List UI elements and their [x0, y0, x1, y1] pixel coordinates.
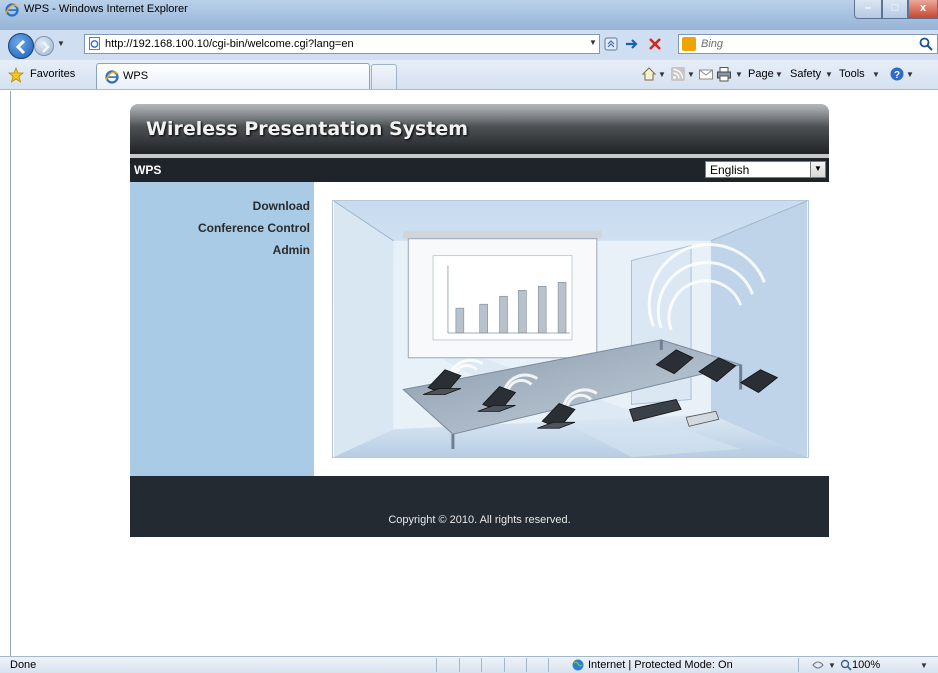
close-icon: x — [919, 2, 927, 14]
tools-menu-dropdown-icon: ▼ — [872, 70, 880, 79]
wps-site-title: Wireless Presentation System — [146, 118, 469, 140]
minimize-icon: – — [864, 2, 872, 14]
safety-menu[interactable]: Safety — [790, 68, 821, 80]
security-zone-text[interactable]: Internet | Protected Mode: On — [588, 659, 733, 671]
home-icon[interactable] — [641, 66, 657, 82]
minimize-button[interactable]: – — [854, 0, 882, 19]
wps-sidebar: Download Conference Control Admin — [130, 182, 314, 476]
back-arrow-icon — [15, 39, 26, 55]
maximize-icon: □ — [891, 2, 899, 14]
status-divider — [504, 658, 505, 672]
search-icon[interactable] — [919, 37, 933, 51]
zoom-icon[interactable] — [840, 659, 852, 671]
read-mail-icon[interactable] — [698, 66, 714, 82]
forward-arrow-icon — [42, 41, 50, 53]
status-divider — [459, 658, 460, 672]
zoom-dropdown-icon[interactable]: ▼ — [920, 661, 928, 670]
tab-wps[interactable]: WPS — [96, 63, 370, 89]
status-text: Done — [10, 659, 37, 671]
stop-icon[interactable] — [647, 36, 663, 52]
help-icon[interactable]: ? — [889, 66, 905, 82]
wps-nav-bar: WPS English ▼ — [130, 158, 829, 182]
new-tab-button[interactable] — [371, 64, 397, 89]
protected-mode-dropdown-icon[interactable]: ▼ — [828, 661, 836, 670]
sidebar-item-admin[interactable]: Admin — [273, 243, 310, 257]
window-title: WPS - Windows Internet Explorer — [24, 3, 188, 15]
print-icon[interactable] — [716, 66, 732, 82]
status-divider — [481, 658, 482, 672]
status-divider — [548, 658, 549, 672]
print-dropdown-icon[interactable]: ▼ — [735, 70, 743, 79]
compatibility-view-icon[interactable] — [604, 36, 618, 52]
ie-page-icon — [105, 70, 119, 84]
internet-globe-icon — [572, 659, 584, 671]
window-title-bar: WPS - Windows Internet Explorer – □ x — [0, 0, 938, 30]
bing-logo-icon — [682, 37, 696, 51]
home-dropdown-icon[interactable]: ▼ — [658, 70, 666, 79]
sidebar-item-download[interactable]: Download — [253, 199, 310, 213]
maximize-button[interactable]: □ — [882, 0, 908, 19]
favorites-button[interactable]: Favorites — [30, 68, 75, 80]
status-divider — [798, 658, 799, 672]
status-divider — [436, 658, 437, 672]
language-dropdown-button[interactable]: ▼ — [810, 162, 825, 177]
protected-mode-icon[interactable] — [812, 660, 824, 671]
sidebar-item-conference-control[interactable]: Conference Control — [198, 221, 310, 235]
forward-button[interactable] — [34, 36, 54, 56]
zoom-level[interactable]: 100% — [852, 659, 880, 671]
feeds-dropdown-icon[interactable]: ▼ — [687, 70, 695, 79]
copyright-text: Copyright © 2010. All rights reserved. — [388, 514, 571, 526]
wps-main-content — [314, 182, 829, 476]
page-menu-dropdown-icon: ▼ — [775, 70, 783, 79]
safety-menu-dropdown-icon: ▼ — [825, 70, 833, 79]
go-arrow-icon[interactable] — [624, 36, 640, 52]
language-select[interactable]: English ▼ — [705, 161, 826, 178]
search-placeholder: Bing — [701, 38, 724, 50]
language-selected-value: English — [710, 163, 750, 177]
favorites-star-icon[interactable] — [8, 67, 24, 83]
search-field[interactable]: Bing — [678, 34, 938, 54]
tools-menu[interactable]: Tools — [839, 68, 865, 80]
status-divider — [526, 658, 527, 672]
back-button[interactable] — [8, 33, 34, 59]
wps-nav-label: WPS — [134, 163, 162, 177]
recent-pages-dropdown-icon[interactable]: ▼ — [57, 39, 65, 48]
page-icon — [89, 37, 100, 50]
ie-logo-icon — [5, 3, 19, 17]
address-url: http://192.168.100.10/cgi-bin/welcome.cg… — [105, 38, 354, 50]
tab-wps-label: WPS — [123, 70, 149, 82]
address-field[interactable]: http://192.168.100.10/cgi-bin/welcome.cg… — [84, 34, 600, 54]
chevron-down-icon: ▼ — [814, 164, 822, 173]
wps-footer: Copyright © 2010. All rights reserved. — [130, 476, 829, 537]
close-button[interactable]: x — [908, 0, 938, 19]
rss-feeds-icon[interactable] — [670, 66, 686, 82]
address-dropdown-icon[interactable]: ▼ — [589, 38, 597, 47]
wps-header-banner: Wireless Presentation System — [130, 104, 829, 154]
page-menu[interactable]: Page — [748, 68, 774, 80]
svg-text:?: ? — [894, 70, 900, 81]
conference-room-illustration — [332, 200, 809, 458]
help-dropdown-icon[interactable]: ▼ — [906, 70, 914, 79]
status-bar: Done Internet | Protected Mode: On ▼ 100… — [0, 656, 938, 673]
